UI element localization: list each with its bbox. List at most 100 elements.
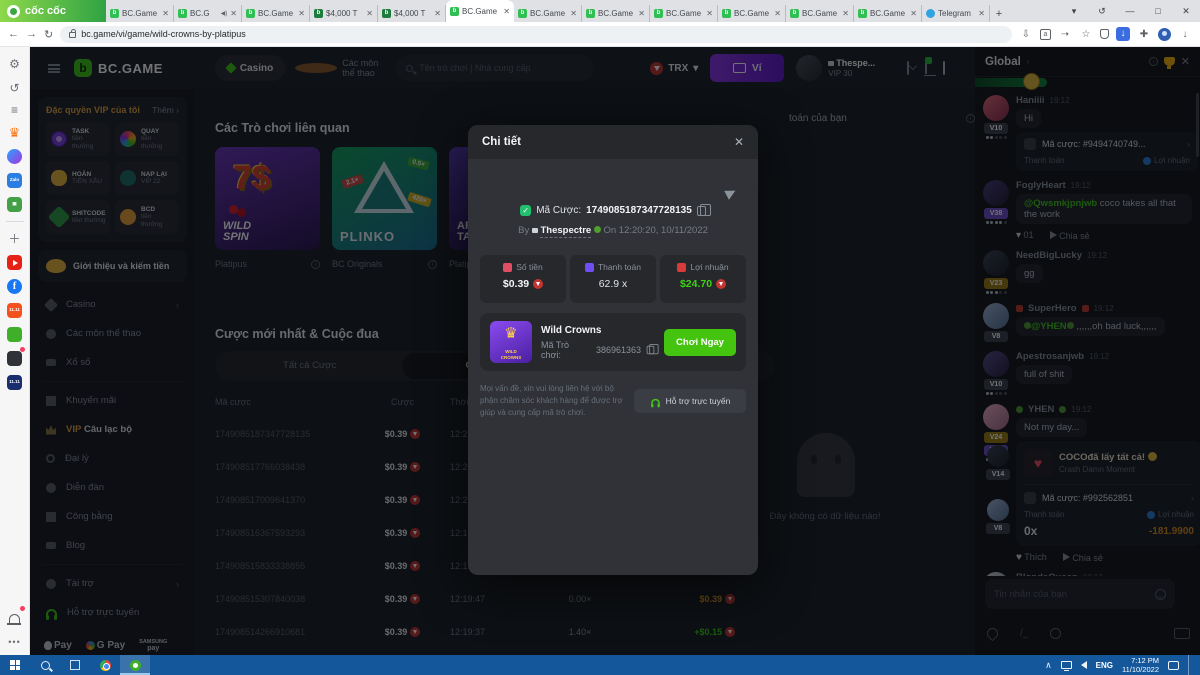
newsfeed-icon[interactable]: ≡ xyxy=(8,104,21,116)
facebook-icon[interactable]: f xyxy=(7,279,22,294)
bcgame-favicon: b xyxy=(790,9,799,18)
tab-close-icon[interactable]: ✕ xyxy=(570,9,577,18)
share-icon[interactable]: ➝ xyxy=(1058,29,1072,40)
tray-expand-icon[interactable]: ∧ xyxy=(1045,660,1052,671)
new-tab-button[interactable]: + xyxy=(990,6,1008,22)
tab-close-icon[interactable]: ✕ xyxy=(162,9,169,18)
downloads-icon[interactable]: ↓ xyxy=(1178,29,1192,40)
frog-icon xyxy=(594,226,601,233)
top-hat-icon xyxy=(532,228,538,233)
translate-icon[interactable]: a xyxy=(1040,29,1051,40)
reload-icon[interactable]: ↻ xyxy=(44,28,53,41)
copy-icon[interactable] xyxy=(647,345,655,354)
browser-tab[interactable]: b$4,000 T✕ xyxy=(310,5,378,22)
tab-close-icon[interactable]: ✕ xyxy=(910,9,917,18)
settings-gear-icon[interactable]: ⚙ xyxy=(7,56,22,71)
volume-icon[interactable] xyxy=(1081,661,1087,669)
extensions-icon[interactable]: ✚ xyxy=(1137,29,1151,40)
messenger-icon[interactable] xyxy=(7,149,22,164)
coccoc-taskbar-icon[interactable] xyxy=(120,655,150,675)
network-icon[interactable] xyxy=(1061,661,1072,669)
browser-tab[interactable]: bBC.Game✕ xyxy=(650,5,718,22)
tiki-sale-icon[interactable]: 11.11 xyxy=(7,375,22,390)
tab-close-icon[interactable]: ✕ xyxy=(503,7,510,16)
tab-close-icon[interactable]: ✕ xyxy=(298,9,305,18)
taskbar-search-icon[interactable] xyxy=(30,655,60,675)
green-app-icon[interactable] xyxy=(7,327,22,342)
window-maximize-button[interactable]: □ xyxy=(1144,0,1172,22)
modal-close-icon[interactable]: ✕ xyxy=(734,135,744,149)
telegram-favicon xyxy=(926,9,935,18)
browser-tab[interactable]: bBC.Game✕ xyxy=(242,5,310,22)
history-icon[interactable]: ↺ xyxy=(7,80,22,95)
verified-badge-icon: ✓ xyxy=(520,205,531,216)
more-options-icon[interactable]: ••• xyxy=(7,634,22,649)
recent-tabs-icon[interactable]: ↺ xyxy=(1088,0,1116,22)
tab-close-icon[interactable]: ✕ xyxy=(230,9,237,18)
browser-tab[interactable]: b$4,000 T✕ xyxy=(378,5,446,22)
browser-tab[interactable]: bBC.G◀)✕ xyxy=(174,5,242,22)
start-button[interactable] xyxy=(0,655,30,675)
vip-crown-icon[interactable]: ♛ xyxy=(7,125,22,140)
tab-close-icon[interactable]: ✕ xyxy=(978,9,985,18)
back-icon[interactable]: ← xyxy=(8,28,19,40)
browser-tab[interactable]: bBC.Game✕ xyxy=(786,5,854,22)
bet-id-value: 1749085187347728135 xyxy=(586,205,692,216)
sidebar-divider xyxy=(6,221,24,222)
wild-crowns-thumbnail[interactable]: ♛ WILDCROWNS xyxy=(490,321,532,363)
browser-tab[interactable]: bBC.Game✕ xyxy=(582,5,650,22)
url-text[interactable]: bc.game/vi/game/wild-crowns-by-platipus xyxy=(81,29,246,39)
trx-coin-icon xyxy=(533,279,543,289)
add-shortcut-icon[interactable]: ＋ xyxy=(7,231,22,246)
browser-sidebar: ⚙ ↺ ≡ ♛ Zalo ▣ ＋ f 11.11 11.11 ••• xyxy=(0,47,30,655)
task-view-icon[interactable] xyxy=(60,655,90,675)
bet-author[interactable]: Thespectre xyxy=(540,225,591,238)
shopee-sale-icon[interactable]: 11.11 xyxy=(7,303,22,318)
bookmark-star-icon[interactable]: ☆ xyxy=(1079,29,1093,40)
window-minimize-button[interactable]: — xyxy=(1116,0,1144,22)
hat-app-icon[interactable] xyxy=(7,351,22,366)
bet-id-label: Mã Cược: xyxy=(536,205,581,216)
browser-tab[interactable]: Telegram✕ xyxy=(922,5,990,22)
tab-close-icon[interactable]: ✕ xyxy=(774,9,781,18)
tab-close-icon[interactable]: ✕ xyxy=(366,9,373,18)
live-support-button[interactable]: Hỗ trợ trực tuyến xyxy=(634,389,746,413)
tab-close-icon[interactable]: ✕ xyxy=(434,9,441,18)
bcgame-favicon: b xyxy=(246,9,255,18)
forward-icon[interactable]: → xyxy=(26,28,37,40)
profile-avatar-icon[interactable] xyxy=(1158,28,1171,41)
tab-close-icon[interactable]: ✕ xyxy=(706,9,713,18)
coccoc-brand[interactable]: cốc cốc xyxy=(0,0,106,22)
action-center-icon[interactable] xyxy=(1168,661,1179,670)
adblock-shield-icon[interactable] xyxy=(1100,29,1109,39)
headphones-icon xyxy=(651,398,660,404)
browser-tab[interactable]: bBC.Game✕ xyxy=(514,5,582,22)
chrome-taskbar-icon[interactable] xyxy=(90,655,120,675)
language-indicator[interactable]: ENG xyxy=(1096,661,1113,670)
notifications-bell-icon[interactable] xyxy=(7,610,22,625)
copy-icon[interactable] xyxy=(697,206,706,216)
windows-taskbar: ∧ ENG 7:12 PM11/10/2022 xyxy=(0,655,1200,675)
tab-close-icon[interactable]: ✕ xyxy=(842,9,849,18)
browser-tab[interactable]: bBC.Game✕ xyxy=(106,5,174,22)
games-icon[interactable]: ▣ xyxy=(7,197,22,212)
system-clock[interactable]: 7:12 PM11/10/2022 xyxy=(1122,656,1159,675)
zalo-icon[interactable]: Zalo xyxy=(7,173,22,188)
share-bet-icon[interactable] xyxy=(726,185,736,203)
tab-search-icon[interactable]: ▾ xyxy=(1060,0,1088,22)
window-close-button[interactable]: ✕ xyxy=(1172,0,1200,22)
address-bar[interactable]: bc.game/vi/game/wild-crowns-by-platipus xyxy=(60,26,1012,43)
tab-close-icon[interactable]: ✕ xyxy=(638,9,645,18)
browser-tab-active[interactable]: bBC.Game✕ xyxy=(446,0,514,22)
bcgame-site: b BC.GAME Casino Các môn thể thao TRX ▾ … xyxy=(30,47,1200,655)
youtube-icon[interactable] xyxy=(7,255,22,270)
tab-audio-icon[interactable]: ◀) xyxy=(221,10,228,17)
browser-tab[interactable]: bBC.Game✕ xyxy=(854,5,922,22)
bcgame-favicon: b xyxy=(178,9,187,18)
active-download-icon[interactable]: ↓ xyxy=(1116,27,1130,41)
save-page-icon[interactable]: ⇩ xyxy=(1019,29,1033,40)
show-desktop-button[interactable] xyxy=(1188,655,1192,675)
browser-toolbar: ← → ↻ bc.game/vi/game/wild-crowns-by-pla… xyxy=(0,22,1200,47)
play-now-button[interactable]: Chơi Ngay xyxy=(664,329,736,356)
browser-tab[interactable]: bBC.Game✕ xyxy=(718,5,786,22)
